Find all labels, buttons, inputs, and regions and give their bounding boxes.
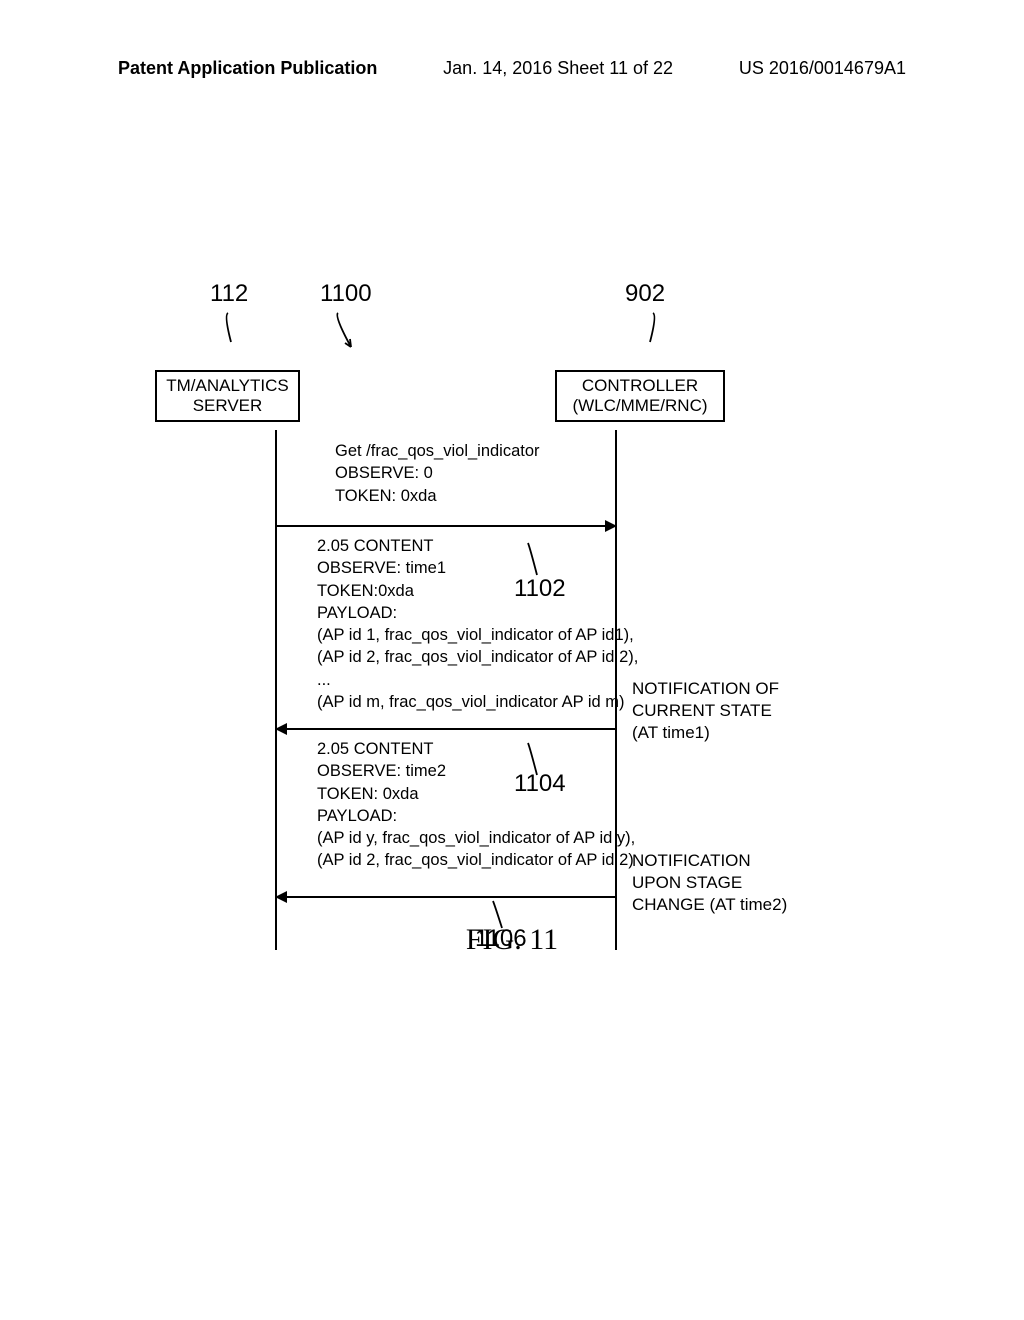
lifeline-server <box>275 430 277 950</box>
msg1-line2: OBSERVE: 0 <box>335 462 540 484</box>
figure-caption: FIG. 11 <box>0 923 1024 957</box>
msg2-line2: OBSERVE: time1 <box>317 557 638 579</box>
msg3-line6: (AP id 2, frac_qos_viol_indicator of AP … <box>317 849 635 871</box>
ref-label-1104: 1104 <box>514 770 566 798</box>
msg3-line1: 2.05 CONTENT <box>317 738 635 760</box>
side-note-time1: NOTIFICATION OF CURRENT STATE (AT time1) <box>632 678 779 744</box>
ref-label-112: 112 <box>210 280 248 308</box>
ref-label-1100: 1100 <box>320 280 372 308</box>
msg1-line1: Get /frac_qos_viol_indicator <box>335 440 540 462</box>
msg2-line3: TOKEN:0xda <box>317 580 638 602</box>
msg2-line5: (AP id 1, frac_qos_viol_indicator of AP … <box>317 624 638 646</box>
msg2-line7: ... <box>317 669 638 691</box>
header-center: Jan. 14, 2016 Sheet 11 of 22 <box>443 58 673 79</box>
ref-label-1102: 1102 <box>514 575 566 603</box>
message-content-time1: 2.05 CONTENT OBSERVE: time1 TOKEN:0xda P… <box>317 535 638 713</box>
arrow-content-time2 <box>277 896 615 898</box>
note2-line3: CHANGE (AT time2) <box>632 894 787 916</box>
top-reference-labels: 112 1100 902 <box>155 280 895 370</box>
msg3-line5: (AP id y, frac_qos_viol_indicator of AP … <box>317 827 635 849</box>
controller-box: CONTROLLER (WLC/MME/RNC) <box>555 370 725 422</box>
note2-line2: UPON STAGE <box>632 872 787 894</box>
box-left-line2: SERVER <box>165 396 290 416</box>
page-header: Patent Application Publication Jan. 14, … <box>0 58 1024 79</box>
message-content-time2: 2.05 CONTENT OBSERVE: time2 TOKEN: 0xda … <box>317 738 635 872</box>
msg2-line6: (AP id 2, frac_qos_viol_indicator of AP … <box>317 646 638 668</box>
arrow-get-request <box>277 525 615 527</box>
msg3-line2: OBSERVE: time2 <box>317 760 635 782</box>
side-note-time2: NOTIFICATION UPON STAGE CHANGE (AT time2… <box>632 850 787 916</box>
box-left-line1: TM/ANALYTICS <box>165 376 290 396</box>
header-left: Patent Application Publication <box>118 58 377 79</box>
message-get-request: Get /frac_qos_viol_indicator OBSERVE: 0 … <box>335 440 540 507</box>
leader-line-902 <box>638 310 658 345</box>
box-right-line1: CONTROLLER <box>565 376 715 396</box>
msg3-line3: TOKEN: 0xda <box>317 783 635 805</box>
header-right: US 2016/0014679A1 <box>739 58 906 79</box>
note1-line1: NOTIFICATION OF <box>632 678 779 700</box>
msg2-line1: 2.05 CONTENT <box>317 535 638 557</box>
leader-line-112 <box>223 310 243 345</box>
note1-line3: (AT time1) <box>632 722 779 744</box>
participant-boxes: TM/ANALYTICS SERVER CONTROLLER (WLC/MME/… <box>155 370 895 430</box>
msg2-line8: (AP id m, frac_qos_viol_indicator AP id … <box>317 691 638 713</box>
box-right-line2: (WLC/MME/RNC) <box>565 396 715 416</box>
msg2-line4: PAYLOAD: <box>317 602 638 624</box>
arrow-content-time1 <box>277 728 615 730</box>
tm-analytics-server-box: TM/ANALYTICS SERVER <box>155 370 300 422</box>
figure-11: 112 1100 902 TM/ANALYTICS SERVER CONTROL… <box>155 280 895 430</box>
leader-line-1100 <box>333 310 353 350</box>
msg3-line4: PAYLOAD: <box>317 805 635 827</box>
leader-line-1102 <box>525 540 550 580</box>
ref-label-902: 902 <box>625 280 665 308</box>
msg1-line3: TOKEN: 0xda <box>335 485 540 507</box>
note2-line1: NOTIFICATION <box>632 850 787 872</box>
note1-line2: CURRENT STATE <box>632 700 779 722</box>
